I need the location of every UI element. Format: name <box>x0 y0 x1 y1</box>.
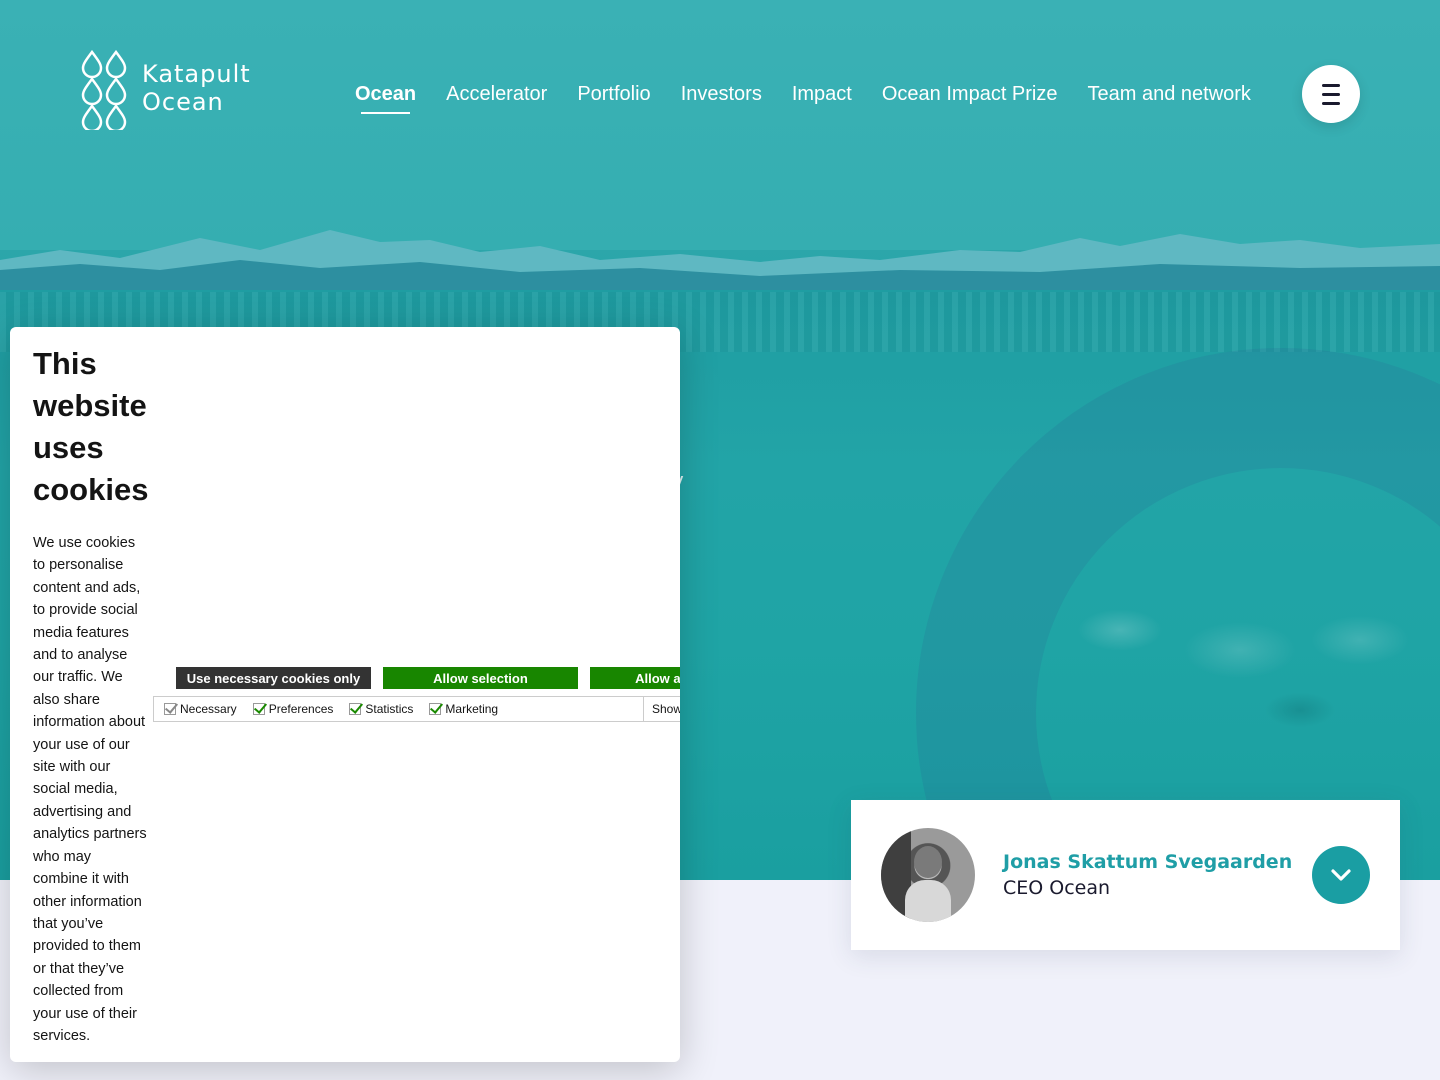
avatar <box>881 828 975 922</box>
statistics-option[interactable]: Statistics <box>349 702 413 716</box>
preferences-checkbox[interactable] <box>252 703 265 715</box>
marketing-option[interactable]: Marketing <box>429 702 498 716</box>
mountains-image <box>0 230 1440 300</box>
person-role: CEO Ocean <box>1003 877 1111 899</box>
brand-name: Katapult Ocean <box>142 60 251 116</box>
marketing-label: Marketing <box>445 702 499 716</box>
avatar-shirt <box>905 880 951 922</box>
necessary-checkbox[interactable] <box>164 703 176 715</box>
cookie-consent-dialog: This website uses cookies We use cookies… <box>10 327 680 1062</box>
preferences-label: Preferences <box>268 702 334 716</box>
nav-item-team-and-network[interactable]: Team and network <box>1088 80 1251 108</box>
hamburger-menu-icon-bar-3 <box>1322 101 1340 105</box>
person-card: Jonas Skattum Svegaarden CEO Ocean <box>851 800 1400 950</box>
brand-name-line-1: Katapult <box>142 60 251 88</box>
nav-item-investors[interactable]: Investors <box>681 80 762 108</box>
person-info: Jonas Skattum Svegaarden CEO Ocean <box>1003 849 1312 901</box>
hamburger-menu-icon-bar-1 <box>1322 83 1340 87</box>
allow-selection-button[interactable]: Allow selection <box>383 667 578 689</box>
hamburger-menu-button[interactable] <box>1302 65 1360 123</box>
nav-item-accelerator[interactable]: Accelerator <box>446 80 547 108</box>
nav-item-ocean[interactable]: Ocean <box>355 80 416 114</box>
water-drops-icon <box>81 50 127 130</box>
hamburger-menu-icon-bar-2 <box>1322 92 1340 96</box>
preferences-option[interactable]: Preferences <box>252 702 334 716</box>
main-nav: Ocean Accelerator Portfolio Investors Im… <box>355 80 1251 114</box>
use-necessary-cookies-button[interactable]: Use necessary cookies only <box>176 667 371 689</box>
person-name: Jonas Skattum Svegaarden <box>1003 851 1293 873</box>
brand-name-line-2: Ocean <box>142 88 224 116</box>
marketing-checkbox[interactable] <box>429 703 442 715</box>
brand-logo[interactable]: Katapult Ocean <box>80 50 251 130</box>
cookie-description: We use cookies to personalise content an… <box>33 535 147 1044</box>
cookie-buttons: Use necessary cookies only Allow selecti… <box>176 667 680 689</box>
necessary-option[interactable]: Necessary <box>164 702 237 716</box>
allow-all-cookies-button[interactable]: Allow all cookies <box>590 667 680 689</box>
nav-item-impact[interactable]: Impact <box>792 80 852 108</box>
nav-item-ocean-impact-prize[interactable]: Ocean Impact Prize <box>882 80 1058 108</box>
avatar-head <box>914 846 942 878</box>
cookie-title: This website uses cookies <box>33 346 149 507</box>
nav-item-portfolio[interactable]: Portfolio <box>577 80 650 108</box>
show-details-link[interactable]: Show details <box>643 697 680 721</box>
cookie-options: Necessary Preferences Statistics Marketi… <box>153 696 680 722</box>
statistics-checkbox[interactable] <box>349 703 362 715</box>
necessary-label: Necessary <box>180 702 237 716</box>
chevron-down-icon <box>1331 869 1351 881</box>
statistics-label: Statistics <box>365 702 414 716</box>
expand-button[interactable] <box>1312 846 1370 904</box>
